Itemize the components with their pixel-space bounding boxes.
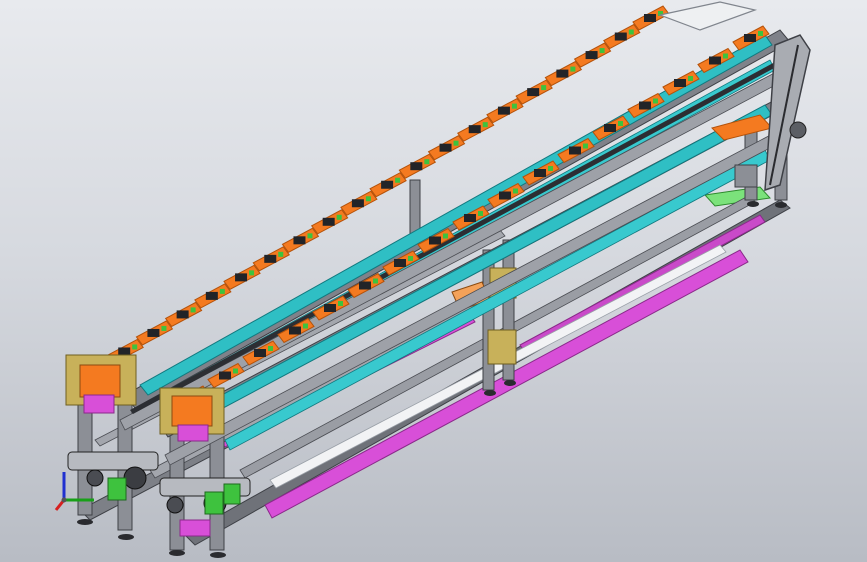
pallet-locator — [628, 29, 634, 35]
pallet-locator — [249, 270, 255, 276]
pallet-locator — [478, 211, 483, 216]
pallet-locator — [443, 233, 448, 239]
pallet-locator — [303, 323, 308, 329]
base-plate — [83, 394, 115, 414]
coordinate-triad-icon — [54, 472, 94, 511]
pallet-locator — [723, 53, 728, 59]
pallet-locator — [373, 278, 378, 284]
pallet-fixture — [293, 236, 306, 245]
pallet-fixture — [614, 32, 627, 41]
lower-frame-lower-rail — [164, 129, 786, 466]
pallet-locator — [688, 76, 693, 81]
pallet-fixture — [534, 169, 546, 177]
pallet-locator — [365, 196, 371, 202]
pallet-locator — [548, 166, 553, 171]
pallet-locator — [338, 301, 343, 306]
pallet-fixture — [585, 51, 598, 60]
pallet-fixture — [359, 281, 371, 290]
pallet-fixture — [205, 291, 218, 300]
pallet-locator — [219, 288, 225, 294]
pallet-locator — [653, 98, 658, 104]
pallet-fixture — [527, 88, 540, 97]
base-plate — [177, 424, 209, 442]
pallet-locator — [513, 188, 518, 194]
pallet-fixture — [381, 180, 394, 189]
pallet-locator — [278, 251, 284, 257]
leveling-foot — [169, 550, 185, 556]
triad-origin — [61, 497, 67, 503]
pallet-locator — [268, 346, 273, 351]
conveyor-assembly-model[interactable] — [0, 0, 867, 562]
pallet-locator — [758, 31, 763, 36]
pallet-locator — [599, 48, 605, 54]
pallet-locator — [570, 66, 576, 72]
pallet-locator — [618, 121, 623, 126]
pallet-fixture — [118, 347, 131, 356]
pallet-fixture — [410, 162, 423, 171]
pallet-fixture — [394, 259, 406, 267]
leveling-foot — [118, 534, 134, 540]
pallet-locator — [336, 214, 342, 220]
pallet-fixture — [176, 310, 189, 319]
pallet-fixture — [324, 304, 336, 312]
pallet-locator — [583, 143, 588, 149]
pallet-locator — [424, 159, 430, 165]
pallet-fixture — [709, 56, 721, 65]
pallet-fixture — [604, 124, 616, 132]
pallet-fixture — [235, 273, 248, 282]
pallet-fixture — [644, 14, 656, 22]
leveling-foot — [77, 519, 93, 525]
leveling-foot — [775, 202, 787, 208]
roller-hub — [166, 496, 184, 514]
pallet-locator — [511, 103, 517, 109]
roller-hub — [123, 466, 147, 490]
drive-sprocket — [789, 121, 807, 139]
pallet-locator — [453, 140, 459, 146]
pallet-fixture — [264, 254, 277, 263]
pallet-fixture — [569, 146, 581, 155]
pallet-locator — [233, 368, 238, 374]
pallet-locator — [395, 177, 401, 183]
pallet-fixture — [429, 236, 441, 245]
leveling-foot — [484, 390, 496, 396]
pallet-fixture — [744, 34, 756, 42]
pallet-fixture — [439, 143, 452, 152]
pallet-locator — [132, 344, 138, 350]
end-plate — [657, 1, 758, 31]
pallet-locator — [161, 325, 167, 331]
pallet-fixture — [674, 79, 686, 87]
pallet-fixture — [556, 69, 569, 78]
mid-bracket — [487, 329, 517, 365]
leveling-foot — [504, 380, 516, 386]
green-bracket — [204, 491, 224, 515]
pallet-fixture — [219, 371, 231, 380]
pallet-fixture — [639, 101, 651, 110]
green-bracket — [223, 483, 241, 505]
pallet-fixture — [464, 214, 476, 222]
pallet-locator — [307, 233, 313, 239]
pallet-fixture — [351, 199, 364, 208]
base-plate — [179, 519, 211, 537]
leveling-foot — [210, 552, 226, 558]
pallet-fixture — [322, 217, 335, 226]
pallet-locator — [190, 307, 196, 313]
pallet-locator — [541, 85, 547, 91]
pallet-fixture — [254, 349, 266, 357]
leveling-foot — [747, 201, 759, 207]
cad-graphics-viewport[interactable] — [0, 0, 867, 562]
pallet-fixture — [147, 328, 160, 337]
end-block-lower-inner — [171, 395, 213, 427]
pallet-fixture — [289, 326, 301, 335]
pallet-locator — [408, 256, 413, 261]
pallet-locator — [482, 122, 488, 128]
end-block-upper-inner — [79, 364, 121, 398]
pallet-fixture — [499, 191, 511, 200]
motor-block — [734, 164, 758, 188]
pallet-fixture — [497, 106, 510, 115]
pallet-fixture — [468, 125, 481, 134]
green-bracket — [107, 477, 127, 501]
